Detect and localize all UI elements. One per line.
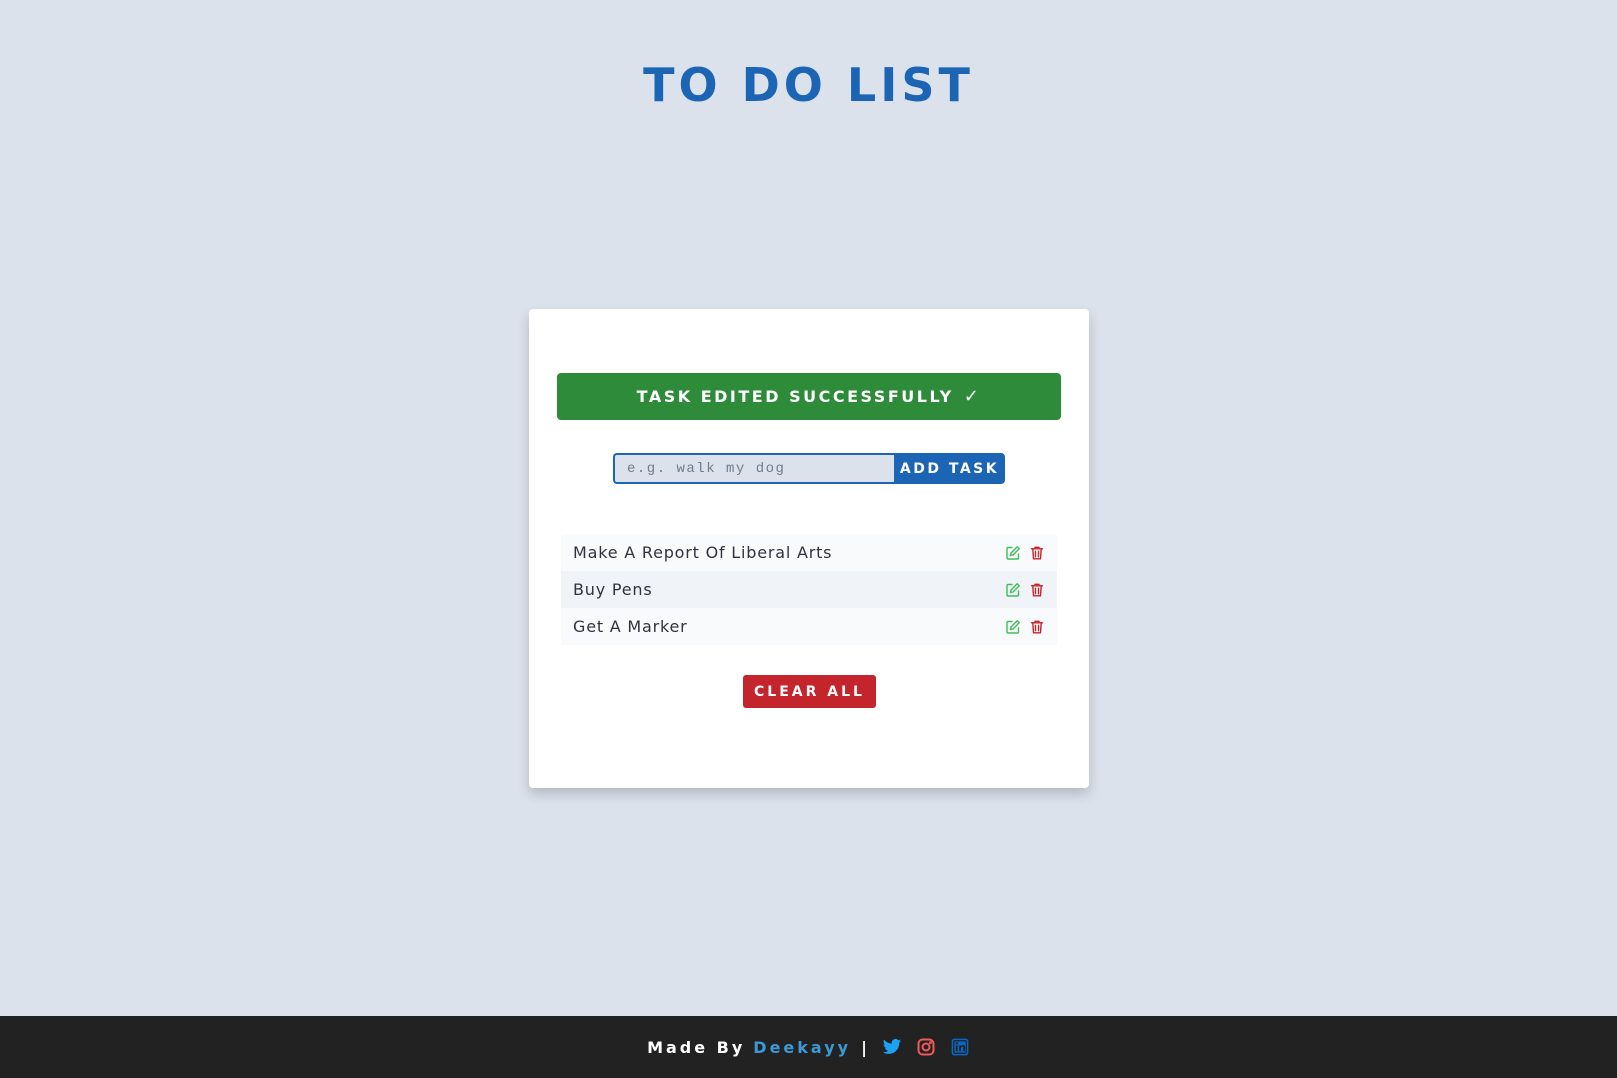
check-icon: ✓ [963,386,982,407]
add-task-form: ADD TASK [613,453,1005,484]
footer-separator: | [861,1037,870,1057]
task-item: Get A Marker [561,608,1057,645]
task-text: Get A Marker [573,617,688,636]
author-name: Deekayy [753,1037,852,1057]
task-text: Make A Report Of Liberal Arts [573,543,833,562]
page-title: TO DO LIST [643,58,974,112]
task-input[interactable] [613,453,894,484]
edit-icon[interactable] [1005,582,1021,598]
clear-all-button[interactable]: CLEAR ALL [743,675,876,708]
task-actions [1005,582,1045,598]
add-task-button[interactable]: ADD TASK [894,453,1005,484]
trash-icon[interactable] [1029,545,1045,561]
footer: Made By Deekayy | [0,1016,1617,1078]
made-by-label: Made By [647,1037,746,1057]
task-item: Make A Report Of Liberal Arts [561,534,1057,571]
instagram-icon[interactable] [916,1037,936,1057]
task-item: Buy Pens [561,571,1057,608]
alert-message: TASK EDITED SUCCESSFULLY [636,387,954,406]
edit-icon[interactable] [1005,619,1021,635]
trash-icon[interactable] [1029,582,1045,598]
success-alert: TASK EDITED SUCCESSFULLY ✓ [557,373,1061,420]
linkedin-icon[interactable] [950,1037,970,1057]
task-text: Buy Pens [573,580,653,599]
task-actions [1005,545,1045,561]
edit-icon[interactable] [1005,545,1021,561]
trash-icon[interactable] [1029,619,1045,635]
todo-card: TASK EDITED SUCCESSFULLY ✓ ADD TASK Make… [529,309,1089,788]
task-list: Make A Report Of Liberal Arts Buy Pens G… [561,534,1057,645]
social-links [882,1037,970,1057]
twitter-icon[interactable] [882,1037,902,1057]
task-actions [1005,619,1045,635]
